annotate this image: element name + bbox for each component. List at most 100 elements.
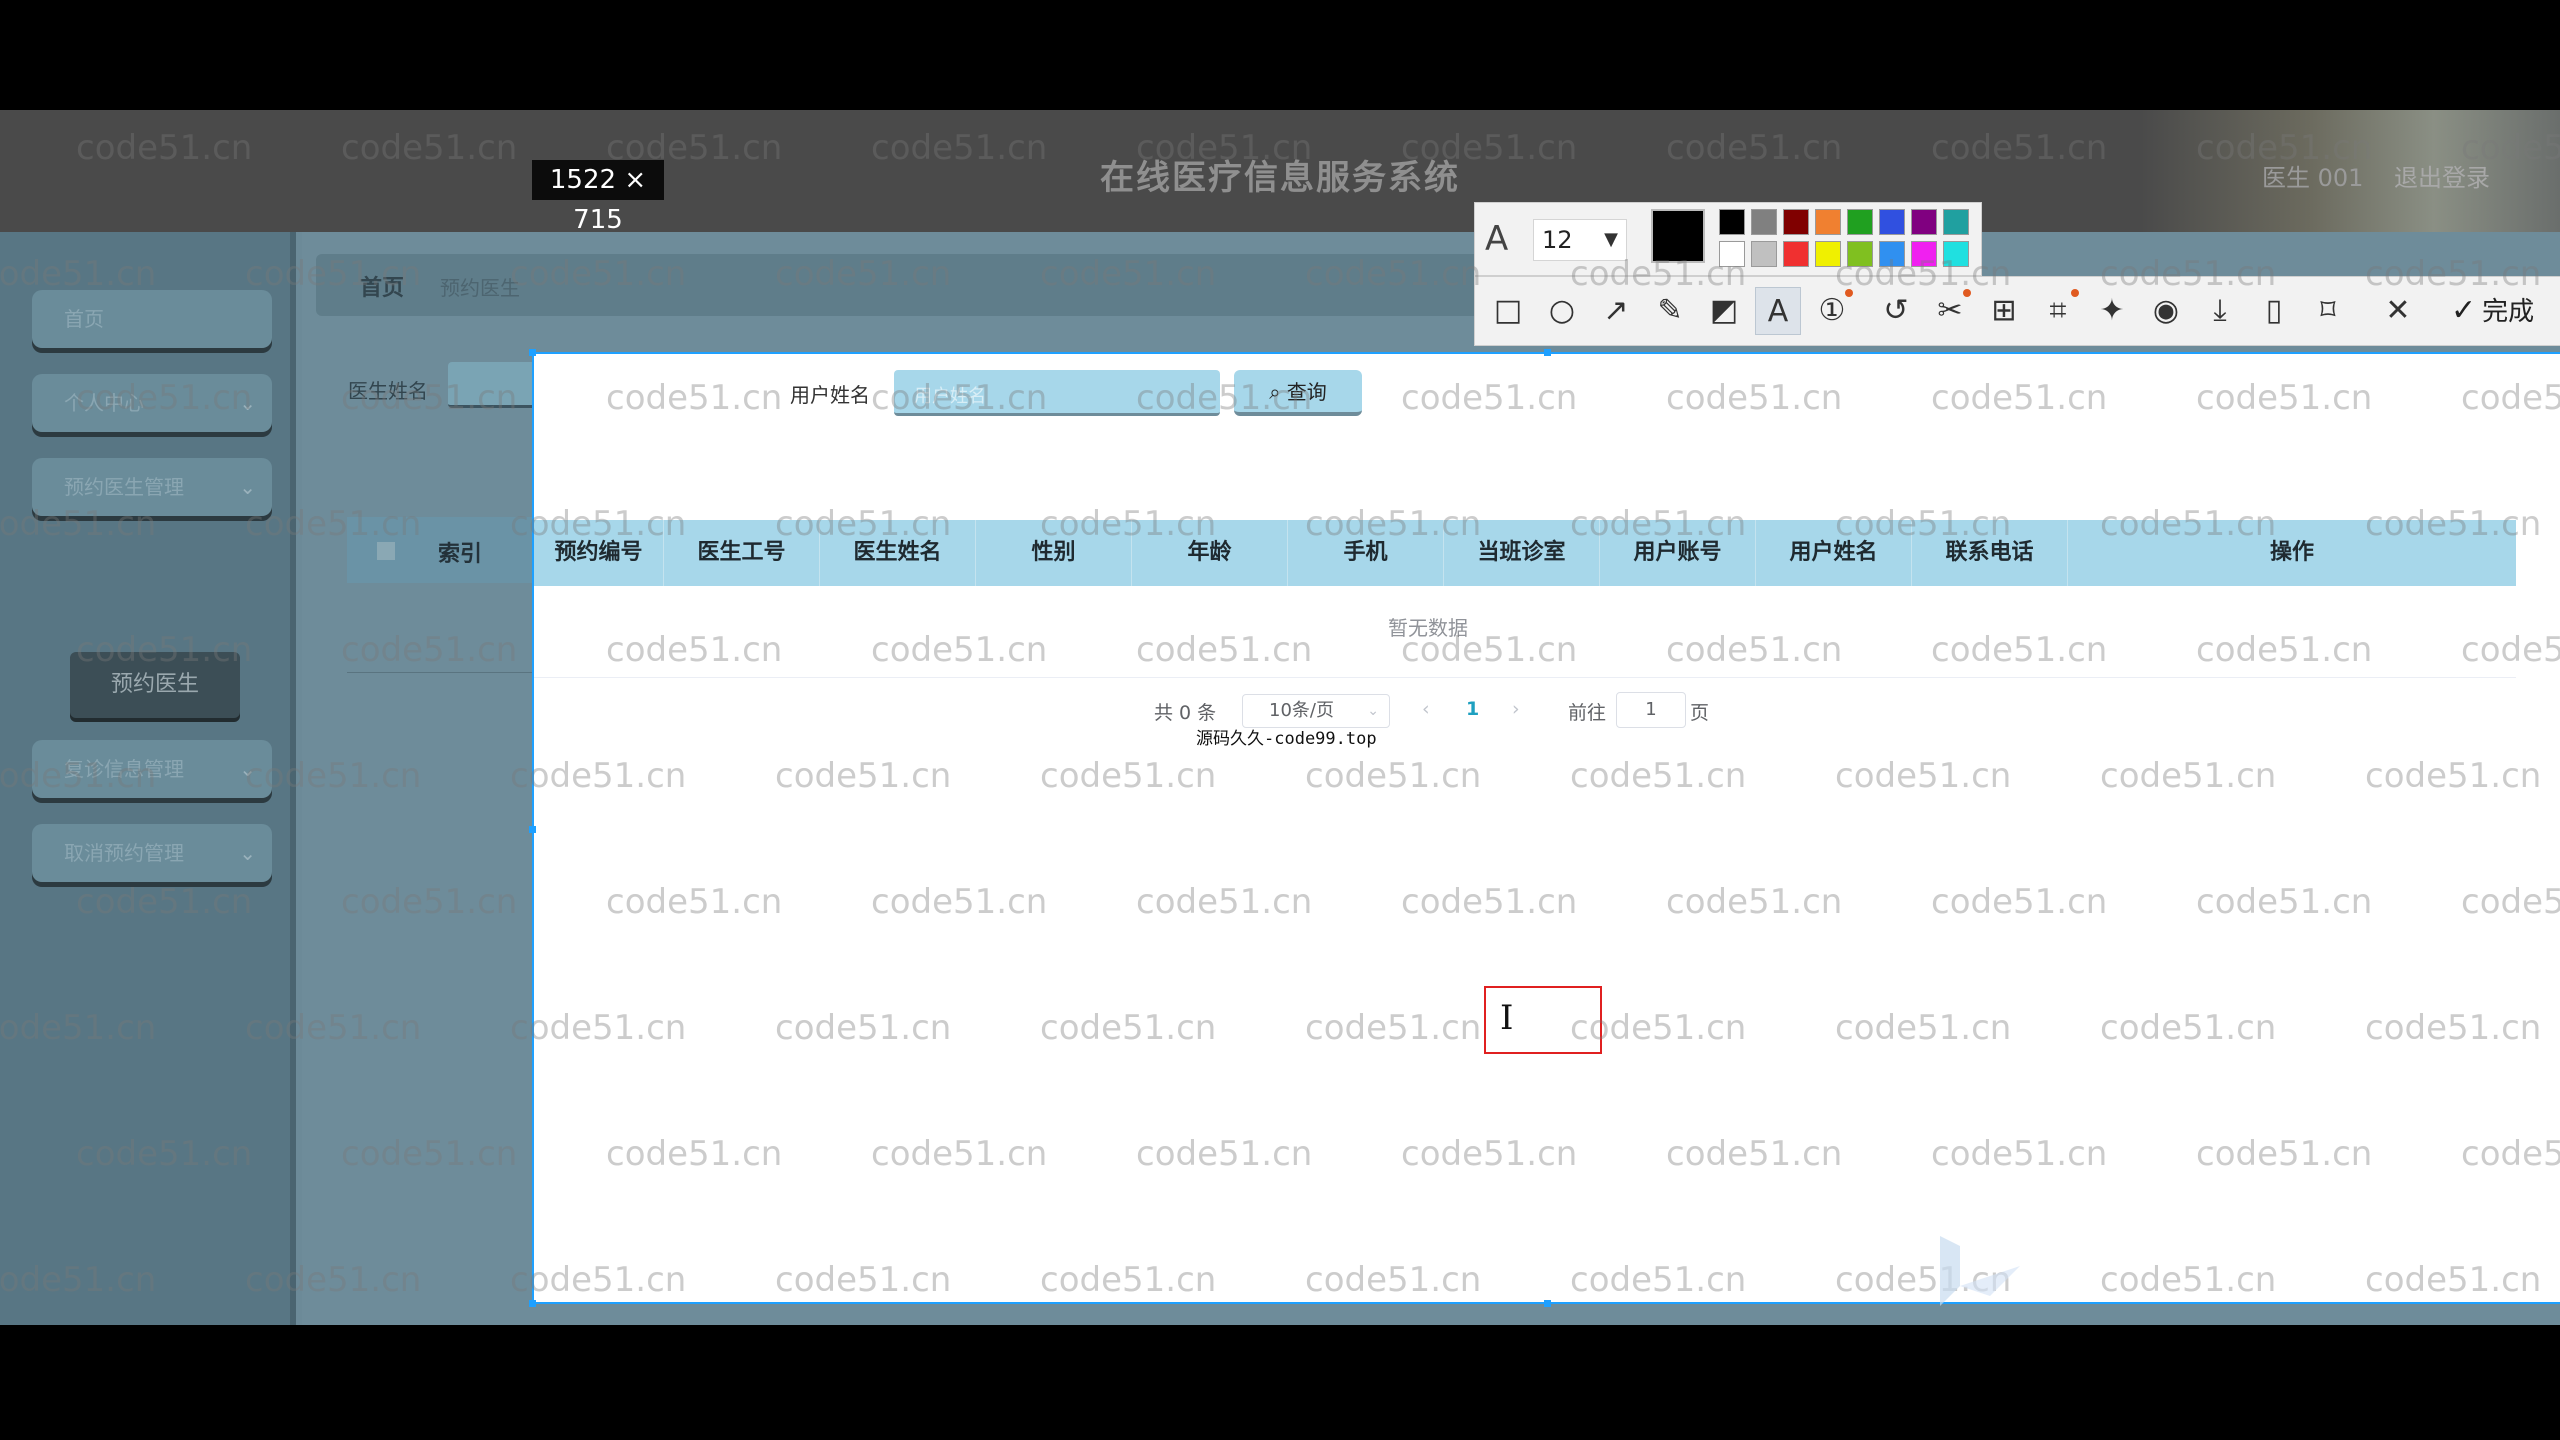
record-icon[interactable]: ◉	[2143, 287, 2189, 335]
current-color-swatch[interactable]	[1651, 209, 1705, 263]
page-size-value: 10条/页	[1269, 700, 1334, 721]
ocr-icon[interactable]: ⌗	[2035, 287, 2081, 335]
table-empty-row: 暂无数据	[534, 586, 2516, 678]
color-swatch[interactable]	[1719, 241, 1745, 267]
number-icon[interactable]: ①	[1809, 287, 1855, 335]
sidebar-item-label: 取消预约管理	[64, 841, 184, 865]
bookmark-icon[interactable]: ⌑	[2305, 287, 2351, 335]
mosaic-icon[interactable]: ◩	[1701, 287, 1747, 335]
column-header-phone: 手机	[1288, 520, 1444, 586]
rectangle-icon[interactable]: □	[1485, 287, 1531, 335]
chevron-down-icon: ⌄	[1367, 703, 1379, 719]
color-swatch[interactable]	[1815, 241, 1841, 267]
crop-icon[interactable]: ✂	[1927, 287, 1973, 335]
breadcrumb: 首页 预约医生	[316, 254, 1576, 316]
breadcrumb-home[interactable]: 首页	[360, 270, 404, 302]
ellipse-icon[interactable]: ○	[1539, 287, 1585, 335]
table-header: 预约编号 医生工号 医生姓名 性别 年龄 手机 当班诊室 用户账号 用户姓名 联…	[534, 520, 2516, 586]
selection-handle-top[interactable]	[1544, 349, 1551, 356]
color-swatch[interactable]	[1911, 241, 1937, 267]
font-icon: A	[1485, 219, 1509, 259]
column-header-clinic-room: 当班诊室	[1444, 520, 1600, 586]
column-header-index: 索引	[438, 542, 483, 567]
caret-down-icon: ▼	[1604, 229, 1618, 250]
app-title: 在线医疗信息服务系统	[1100, 158, 1460, 198]
next-page-button[interactable]: ›	[1512, 698, 1520, 720]
sidebar-item-label: 首页	[64, 307, 104, 331]
selection-handle-left[interactable]	[529, 826, 536, 833]
goto-page-input[interactable]: 1	[1616, 692, 1686, 728]
indicator-dot	[1963, 289, 1971, 297]
download-icon[interactable]: ⤓	[2197, 287, 2243, 335]
arrow-icon[interactable]: ↗	[1593, 287, 1639, 335]
color-swatch[interactable]	[1719, 209, 1745, 235]
sidebar-item-label: 预约医生管理	[64, 475, 184, 499]
pen-icon[interactable]: ✎	[1647, 287, 1693, 335]
empty-table-text: 暂无数据	[1388, 616, 1468, 640]
text-icon[interactable]: A	[1755, 287, 1801, 335]
color-swatch[interactable]	[1911, 209, 1937, 235]
sidebar-item-label: 个人中心	[64, 391, 144, 415]
selection-handle-top-left[interactable]	[529, 349, 536, 356]
indicator-dot	[2071, 289, 2079, 297]
sidebar-item-revisit-manage[interactable]: 复诊信息管理 ⌄	[32, 740, 272, 798]
goto-label: 前往	[1568, 702, 1607, 724]
screenshot-toolbar: □ ○ ↗ ✎ ◩ A ① ↺ ✂ ⊞ ⌗ ✦ ◉ ⤓ ▯ ⌑ ✕ ✓ 完成	[1474, 276, 2560, 346]
page-number-current[interactable]: 1	[1466, 698, 1479, 720]
select-all-checkbox[interactable]	[377, 542, 395, 560]
pin-icon[interactable]: ✦	[2089, 287, 2135, 335]
color-swatch[interactable]	[1751, 241, 1777, 267]
table-row-left	[347, 583, 537, 673]
column-header-doctor-id: 医生工号	[664, 520, 820, 586]
color-swatch[interactable]	[1847, 209, 1873, 235]
column-header-doctor-name: 医生姓名	[820, 520, 976, 586]
sidebar-subitem-appointment[interactable]: 预约医生	[70, 652, 240, 718]
sidebar-item-cancel-manage[interactable]: 取消预约管理 ⌄	[32, 824, 272, 882]
logout-link[interactable]: 退出登录	[2394, 158, 2490, 193]
translate-icon[interactable]: ⊞	[1981, 287, 2027, 335]
user-name-label: 用户姓名	[790, 383, 870, 407]
sidebar-item-profile[interactable]: 个人中心 ⌄	[32, 374, 272, 432]
color-swatch[interactable]	[1847, 241, 1873, 267]
close-icon[interactable]: ✕	[2375, 287, 2421, 335]
watermark-logo	[1940, 1236, 2020, 1306]
chevron-down-icon: ⌄	[239, 757, 256, 781]
color-swatch[interactable]	[1943, 209, 1969, 235]
source-note: 源码久久-code99.top	[1196, 729, 1377, 749]
breadcrumb-current: 预约医生	[440, 276, 520, 300]
screen: 在线医疗信息服务系统 医生 001 退出登录 首页 个人中心 ⌄ 预约医生管理 ⌄ …	[0, 0, 2560, 1440]
selection-handle-bottom[interactable]	[1544, 1300, 1551, 1307]
color-swatch[interactable]	[1879, 241, 1905, 267]
indicator-dot	[1845, 289, 1853, 297]
color-swatch[interactable]	[1879, 209, 1905, 235]
query-button[interactable]: ⌕ 查询	[1234, 370, 1362, 416]
selection-size-label: 1522 × 715	[532, 160, 664, 235]
chevron-down-icon: ⌄	[239, 475, 256, 499]
check-icon: ✓	[2451, 293, 2477, 328]
done-button[interactable]: ✓ 完成	[2451, 287, 2534, 335]
color-swatch[interactable]	[1783, 209, 1809, 235]
sidebar-item-label: 复诊信息管理	[64, 757, 184, 781]
sidebar-item-appointment-manage[interactable]: 预约医生管理 ⌄	[32, 458, 272, 516]
font-size-select[interactable]: 12 ▼	[1533, 219, 1627, 261]
page-size-select[interactable]: 10条/页 ⌄	[1242, 694, 1390, 728]
user-name-input[interactable]: 用户姓名	[894, 370, 1220, 416]
color-swatch[interactable]	[1815, 209, 1841, 235]
prev-page-button[interactable]: ‹	[1422, 698, 1430, 720]
screenshot-selection[interactable]: 用户姓名 用户姓名 ⌕ 查询 预约编号 医生工号 医生姓名 性别 年龄 手机 当…	[532, 352, 2560, 1304]
selection-handle-bottom-left[interactable]	[529, 1300, 536, 1307]
save-icon[interactable]: ▯	[2251, 287, 2297, 335]
column-header-appointment-no: 预约编号	[534, 520, 664, 586]
color-swatch[interactable]	[1943, 241, 1969, 267]
text-cursor-icon: I	[1500, 998, 1514, 1038]
text-annotation-box[interactable]: I	[1484, 986, 1602, 1054]
color-swatch[interactable]	[1783, 241, 1809, 267]
done-label: 完成	[2482, 297, 2535, 327]
sidebar-item-home[interactable]: 首页	[32, 290, 272, 348]
text-style-panel: A 12 ▼	[1474, 202, 1982, 276]
undo-icon[interactable]: ↺	[1873, 287, 1919, 335]
color-swatch[interactable]	[1751, 209, 1777, 235]
doctor-name-label: 医生姓名	[348, 379, 428, 403]
app-header: 在线医疗信息服务系统 医生 001 退出登录	[0, 110, 2560, 232]
column-header-user-name: 用户姓名	[1756, 520, 1912, 586]
